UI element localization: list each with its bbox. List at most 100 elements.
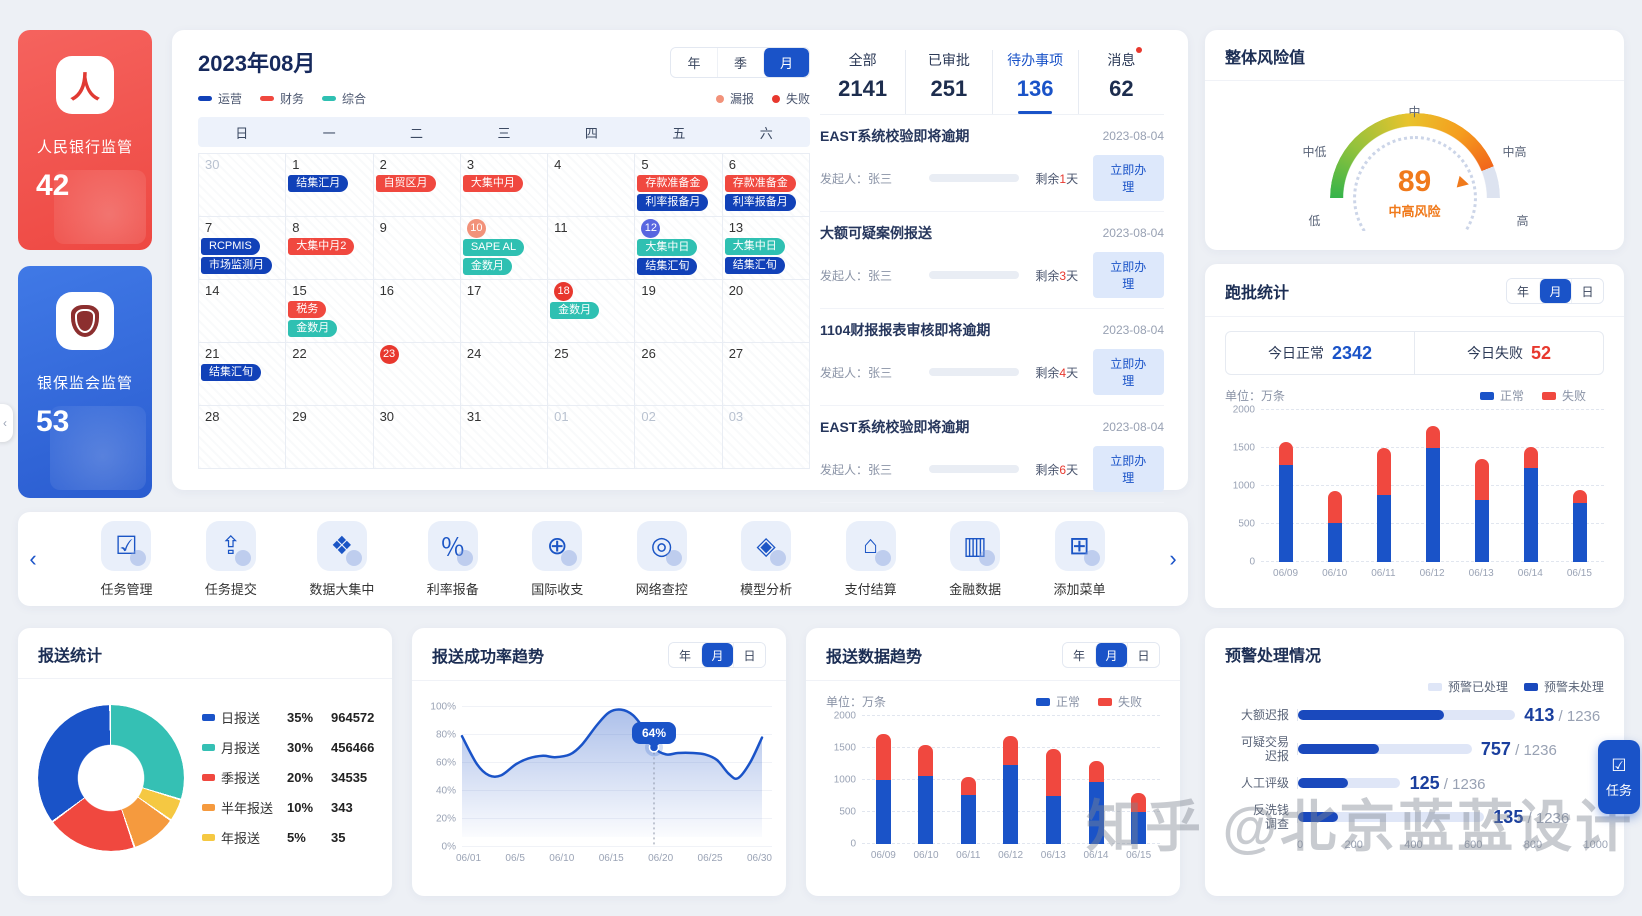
calendar-event[interactable]: 大集中月2 <box>288 238 354 255</box>
calendar-day-cell[interactable]: 22 <box>286 343 373 406</box>
calendar-event[interactable]: RCPMIS <box>201 238 260 255</box>
calendar-event[interactable]: 结集汇月 <box>288 175 348 192</box>
calendar-day-cell[interactable]: 19 <box>635 280 722 343</box>
weekday-label: 四 <box>548 123 635 142</box>
calendar-day-cell[interactable]: 23 <box>374 343 461 406</box>
calendar-event[interactable]: 大集中日 <box>637 239 697 256</box>
calendar-day-cell[interactable]: 25 <box>548 343 635 406</box>
task-tab-全部[interactable]: 全部2141 <box>820 50 906 114</box>
calendar-day-cell[interactable]: 02 <box>635 406 722 469</box>
calendar-event[interactable]: 大集中月 <box>463 175 523 192</box>
calendar-event[interactable]: 金数月 <box>288 320 337 337</box>
calendar-event[interactable]: 利率报备月 <box>725 194 796 211</box>
calendar-day-cell[interactable]: 30 <box>374 406 461 469</box>
calendar-day-cell[interactable]: 14 <box>199 280 286 343</box>
shortcut-利率报备[interactable]: ％利率报备 <box>427 521 479 598</box>
calendar-day-cell[interactable]: 30 <box>199 154 286 217</box>
calendar-event[interactable]: 存款准备金 <box>637 175 708 192</box>
calendar-day-cell[interactable]: 16 <box>374 280 461 343</box>
shortcut-添加菜单[interactable]: ⊞添加菜单 <box>1054 521 1106 598</box>
calendar-day-cell[interactable]: 24 <box>461 343 548 406</box>
sidebar-card-pboc[interactable]: 人 人民银行监管 42 <box>18 30 152 250</box>
calendar-day-cell[interactable]: 10SAPE AL金数月 <box>461 217 548 280</box>
calendar-event[interactable]: 市场监测月 <box>201 257 272 274</box>
range-tab-年[interactable]: 年 <box>669 643 701 667</box>
range-tab-年[interactable]: 年 <box>671 48 717 77</box>
calendar-day-cell[interactable]: 31 <box>461 406 548 469</box>
calendar-day-cell[interactable]: 6存款准备金利率报备月 <box>723 154 810 217</box>
shortcut-国际收支[interactable]: ⊕国际收支 <box>531 521 583 598</box>
calendar-event[interactable]: 金数月 <box>550 302 599 319</box>
calendar-event[interactable]: 存款准备金 <box>725 175 796 192</box>
legend-label: 季报送 <box>221 768 287 787</box>
task-progress <box>929 368 1020 376</box>
calendar-day-cell[interactable]: 15税务金数月 <box>286 280 373 343</box>
calendar-day-cell[interactable]: 21结集汇旬 <box>199 343 286 406</box>
range-tab-日[interactable]: 日 <box>733 643 765 667</box>
range-tab-月[interactable]: 月 <box>701 643 733 667</box>
shortcut-任务提交[interactable]: ⇪任务提交 <box>205 521 257 598</box>
sidebar-collapse-button[interactable]: ‹ <box>0 404 13 442</box>
model-analysis-icon: ◈ <box>741 521 791 571</box>
calendar-event[interactable]: 大集中日 <box>725 238 785 255</box>
shortcut-网络查控[interactable]: ◎网络查控 <box>636 521 688 598</box>
calendar-event[interactable]: 自贸区月 <box>376 175 436 192</box>
range-tab-年[interactable]: 年 <box>1063 643 1095 667</box>
calendar-day-cell[interactable]: 27 <box>723 343 810 406</box>
handle-now-button[interactable]: 立即办理 <box>1093 446 1164 492</box>
shortcut-金融数据[interactable]: ▥金融数据 <box>949 521 1001 598</box>
shortcut-任务管理[interactable]: ☑任务管理 <box>100 521 152 598</box>
calendar-day-cell[interactable]: 17 <box>461 280 548 343</box>
task-owner: 发起人：张三 <box>820 267 929 284</box>
calendar-day-cell[interactable]: 28 <box>199 406 286 469</box>
calendar-day-cell[interactable]: 13大集中日结集汇旬 <box>723 217 810 280</box>
range-tab-月[interactable]: 月 <box>763 48 809 77</box>
shortcut-scroll-left-icon[interactable]: ‹ <box>18 546 48 572</box>
range-tab-季[interactable]: 季 <box>717 48 763 77</box>
handle-now-button[interactable]: 立即办理 <box>1093 349 1164 395</box>
calendar-day-cell[interactable]: 3大集中月 <box>461 154 548 217</box>
floating-task-button[interactable]: ☑ 任务 <box>1598 740 1640 814</box>
calendar-day-cell[interactable]: 1结集汇月 <box>286 154 373 217</box>
calendar-event[interactable]: 税务 <box>288 301 326 318</box>
task-tab-消息[interactable]: 消息62 <box>1079 50 1164 114</box>
calendar-event[interactable]: 金数月 <box>463 258 512 275</box>
task-tab-待办事项[interactable]: 待办事项136 <box>993 50 1079 114</box>
calendar-day-cell[interactable]: 03 <box>723 406 810 469</box>
calendar-day-cell[interactable]: 29 <box>286 406 373 469</box>
calendar-day-cell[interactable]: 7RCPMIS市场监测月 <box>199 217 286 280</box>
calendar-event[interactable]: 结集汇旬 <box>201 364 261 381</box>
calendar-event[interactable]: 结集汇旬 <box>637 258 697 275</box>
calendar-day-cell[interactable]: 12大集中日结集汇旬 <box>635 217 722 280</box>
alert-bar: 125 / 1236 <box>1297 777 1608 789</box>
range-tab-年[interactable]: 年 <box>1507 279 1539 303</box>
range-tab-月[interactable]: 月 <box>1539 279 1571 303</box>
range-tab-日[interactable]: 日 <box>1571 279 1603 303</box>
handle-now-button[interactable]: 立即办理 <box>1093 155 1164 201</box>
calendar-event[interactable]: 结集汇旬 <box>725 257 785 274</box>
shortcut-scroll-right-icon[interactable]: › <box>1158 546 1188 572</box>
calendar-day-cell[interactable]: 26 <box>635 343 722 406</box>
task-tab-已审批[interactable]: 已审批251 <box>906 50 992 114</box>
calendar-event[interactable]: SAPE AL <box>463 239 524 256</box>
calendar-day-cell[interactable]: 20 <box>723 280 810 343</box>
handle-now-button[interactable]: 立即办理 <box>1093 252 1164 298</box>
calendar-event[interactable]: 利率报备月 <box>637 194 708 211</box>
shortcut-支付结算[interactable]: ⌂支付结算 <box>845 521 897 598</box>
calendar-day-cell[interactable]: 2自贸区月 <box>374 154 461 217</box>
card-title: 银保监会监管 <box>18 372 152 393</box>
calendar-day-cell[interactable]: 11 <box>548 217 635 280</box>
calendar-day-cell[interactable]: 8大集中月2 <box>286 217 373 280</box>
range-tab-日[interactable]: 日 <box>1127 643 1159 667</box>
calendar-day-cell[interactable]: 9 <box>374 217 461 280</box>
shortcut-数据大集中[interactable]: ❖数据大集中 <box>309 521 374 598</box>
fail-segment <box>961 777 976 794</box>
calendar-day-cell[interactable]: 4 <box>548 154 635 217</box>
calendar-day-cell[interactable]: 5存款准备金利率报备月 <box>635 154 722 217</box>
calendar-day-cell[interactable]: 01 <box>548 406 635 469</box>
shortcut-模型分析[interactable]: ◈模型分析 <box>740 521 792 598</box>
x-tick-label: 06/11 <box>956 850 980 861</box>
range-tab-月[interactable]: 月 <box>1095 643 1127 667</box>
calendar-day-cell[interactable]: 18金数月 <box>548 280 635 343</box>
sidebar-card-cbirc[interactable]: 银保监会监管 53 <box>18 266 152 498</box>
